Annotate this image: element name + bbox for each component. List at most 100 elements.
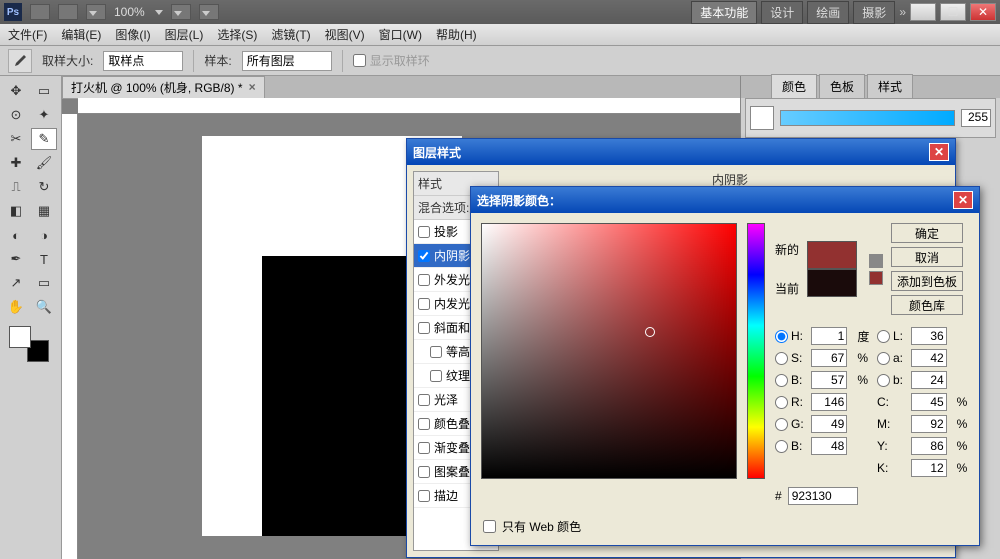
show-ring-checkbox[interactable]: 显示取样环 bbox=[353, 52, 430, 69]
style-checkbox[interactable] bbox=[418, 226, 430, 238]
panel-tab-styles[interactable]: 样式 bbox=[867, 74, 913, 98]
menu-select[interactable]: 选择(S) bbox=[217, 26, 257, 43]
minimize-button[interactable]: ─ bbox=[910, 3, 936, 21]
menu-edit[interactable]: 编辑(E) bbox=[61, 26, 101, 43]
workspace-design[interactable]: 设计 bbox=[761, 1, 803, 24]
sample-combo[interactable]: 所有图层 bbox=[242, 51, 332, 71]
l-radio[interactable] bbox=[877, 330, 890, 343]
type-tool[interactable]: T bbox=[31, 248, 57, 270]
b-input[interactable] bbox=[811, 371, 847, 389]
sample-size-combo[interactable]: 取样点 bbox=[103, 51, 183, 71]
bb-input[interactable] bbox=[911, 371, 947, 389]
titlebar-btn[interactable] bbox=[199, 4, 219, 20]
eyedropper-tool[interactable]: ✎ bbox=[31, 128, 57, 150]
history-brush-tool[interactable]: ↻ bbox=[31, 176, 57, 198]
chevron-right-icon[interactable]: » bbox=[899, 5, 906, 19]
close-icon[interactable]: ✕ bbox=[953, 191, 973, 209]
blur-tool[interactable]: ◐ bbox=[3, 224, 29, 246]
a-input[interactable] bbox=[911, 349, 947, 367]
hue-slider[interactable] bbox=[747, 223, 765, 479]
lasso-tool[interactable]: ⊙ bbox=[3, 104, 29, 126]
k-input[interactable] bbox=[911, 459, 947, 477]
color-lib-button[interactable]: 颜色库 bbox=[891, 295, 963, 315]
crop-tool[interactable]: ✂ bbox=[3, 128, 29, 150]
menu-image[interactable]: 图像(I) bbox=[115, 26, 150, 43]
pen-tool[interactable]: ✒ bbox=[3, 248, 29, 270]
close-button[interactable]: ✕ bbox=[970, 3, 996, 21]
style-checkbox[interactable] bbox=[418, 322, 430, 334]
style-checkbox[interactable] bbox=[418, 274, 430, 286]
tab-close-icon[interactable]: × bbox=[249, 80, 256, 94]
menu-file[interactable]: 文件(F) bbox=[8, 26, 47, 43]
style-checkbox[interactable] bbox=[418, 490, 430, 502]
titlebar-btn[interactable] bbox=[58, 4, 78, 20]
eraser-tool[interactable]: ◧ bbox=[3, 200, 29, 222]
gradient-tool[interactable]: ▦ bbox=[31, 200, 57, 222]
c-input[interactable] bbox=[911, 393, 947, 411]
h-radio[interactable] bbox=[775, 330, 788, 343]
dodge-tool[interactable]: ◑ bbox=[31, 224, 57, 246]
menu-help[interactable]: 帮助(H) bbox=[436, 26, 477, 43]
close-icon[interactable]: ✕ bbox=[929, 143, 949, 161]
panel-tab-color[interactable]: 颜色 bbox=[771, 74, 817, 98]
hand-tool[interactable]: ✋ bbox=[3, 296, 29, 318]
m-input[interactable] bbox=[911, 415, 947, 433]
s-input[interactable] bbox=[811, 349, 847, 367]
style-checkbox[interactable] bbox=[418, 298, 430, 310]
cube-icon[interactable] bbox=[869, 254, 883, 268]
wand-tool[interactable]: ✦ bbox=[31, 104, 57, 126]
color-swatches[interactable] bbox=[9, 326, 49, 362]
dialog-titlebar[interactable]: 图层样式 ✕ bbox=[407, 139, 955, 165]
document-tab[interactable]: 打火机 @ 100% (机身, RGB/8) *× bbox=[62, 76, 265, 99]
style-checkbox[interactable] bbox=[418, 394, 430, 406]
style-checkbox[interactable] bbox=[430, 346, 442, 358]
style-checkbox[interactable] bbox=[418, 418, 430, 430]
panel-tab-swatches[interactable]: 色板 bbox=[819, 74, 865, 98]
bb2-radio[interactable] bbox=[775, 440, 788, 453]
websafe-swatch[interactable] bbox=[869, 271, 883, 285]
style-checkbox[interactable] bbox=[418, 442, 430, 454]
heal-tool[interactable]: ✚ bbox=[3, 152, 29, 174]
style-checkbox[interactable] bbox=[418, 250, 430, 262]
titlebar-btn[interactable] bbox=[171, 4, 191, 20]
y-input[interactable] bbox=[911, 437, 947, 455]
color-swatch[interactable] bbox=[750, 106, 774, 130]
hex-input[interactable] bbox=[788, 487, 858, 505]
r-radio[interactable] bbox=[775, 396, 788, 409]
path-tool[interactable]: ↗ bbox=[3, 272, 29, 294]
bb-radio[interactable] bbox=[877, 374, 890, 387]
r-input[interactable] bbox=[811, 393, 847, 411]
move-tool[interactable]: ✥ bbox=[3, 80, 29, 102]
g-radio[interactable] bbox=[775, 418, 788, 431]
style-checkbox[interactable] bbox=[418, 466, 430, 478]
titlebar-btn[interactable] bbox=[30, 4, 50, 20]
color-slider[interactable] bbox=[780, 110, 955, 126]
workspace-paint[interactable]: 绘画 bbox=[807, 1, 849, 24]
a-radio[interactable] bbox=[877, 352, 890, 365]
zoom-level[interactable]: 100% bbox=[114, 5, 145, 19]
b2-input[interactable] bbox=[811, 437, 847, 455]
s-radio[interactable] bbox=[775, 352, 788, 365]
zoom-tool[interactable]: 🔍 bbox=[31, 296, 57, 318]
color-field[interactable] bbox=[481, 223, 737, 479]
marquee-tool[interactable]: ▭ bbox=[31, 80, 57, 102]
shape-tool[interactable]: ▭ bbox=[31, 272, 57, 294]
dialog-titlebar[interactable]: 选择阴影颜色： ✕ bbox=[471, 187, 979, 213]
stamp-tool[interactable]: ⎍ bbox=[3, 176, 29, 198]
current-color-swatch[interactable] bbox=[807, 269, 857, 297]
maximize-button[interactable]: ☐ bbox=[940, 3, 966, 21]
b-radio[interactable] bbox=[775, 374, 788, 387]
menu-window[interactable]: 窗口(W) bbox=[379, 26, 422, 43]
menu-layer[interactable]: 图层(L) bbox=[165, 26, 204, 43]
h-input[interactable] bbox=[811, 327, 847, 345]
titlebar-btn[interactable] bbox=[86, 4, 106, 20]
cancel-button[interactable]: 取消 bbox=[891, 247, 963, 267]
web-only-checkbox[interactable]: 只有 Web 颜色 bbox=[483, 518, 581, 535]
style-checkbox[interactable] bbox=[430, 370, 442, 382]
brush-tool[interactable]: 🖌 bbox=[31, 152, 57, 174]
menu-filter[interactable]: 滤镜(T) bbox=[271, 26, 310, 43]
add-swatch-button[interactable]: 添加到色板 bbox=[891, 271, 963, 291]
color-value[interactable]: 255 bbox=[961, 109, 991, 127]
ok-button[interactable]: 确定 bbox=[891, 223, 963, 243]
menu-view[interactable]: 视图(V) bbox=[325, 26, 365, 43]
